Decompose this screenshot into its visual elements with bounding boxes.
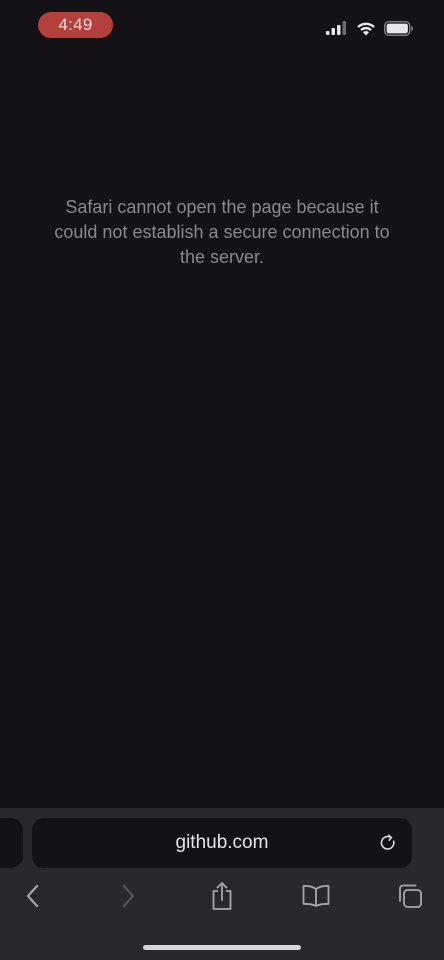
cellular-signal-icon xyxy=(326,21,348,35)
bottom-toolbar: github.com xyxy=(0,808,444,960)
bookmarks-button[interactable] xyxy=(296,880,336,916)
bookmarks-icon xyxy=(301,884,331,913)
back-button[interactable] xyxy=(13,880,53,916)
battery-icon xyxy=(384,20,414,36)
safari-screen: 4:49 Safari cannot open the page because… xyxy=(0,0,444,960)
navigation-toolbar xyxy=(0,880,444,916)
share-button[interactable] xyxy=(202,880,242,916)
status-time[interactable]: 4:49 xyxy=(38,12,113,38)
forward-icon xyxy=(120,884,136,913)
wifi-icon xyxy=(356,21,376,36)
forward-button[interactable] xyxy=(108,880,148,916)
status-icons xyxy=(326,18,414,38)
address-bar[interactable]: github.com xyxy=(32,818,412,868)
tabs-button[interactable] xyxy=(390,880,430,916)
reload-icon[interactable] xyxy=(378,833,398,853)
back-icon xyxy=(25,884,41,913)
status-bar: 4:49 xyxy=(0,0,444,50)
address-url[interactable]: github.com xyxy=(32,818,412,868)
previous-tab-address-pill[interactable] xyxy=(0,818,23,868)
share-icon xyxy=(210,881,234,916)
home-indicator[interactable] xyxy=(143,945,301,950)
error-message: Safari cannot open the page because it c… xyxy=(54,197,390,267)
tabs-icon xyxy=(396,882,424,915)
